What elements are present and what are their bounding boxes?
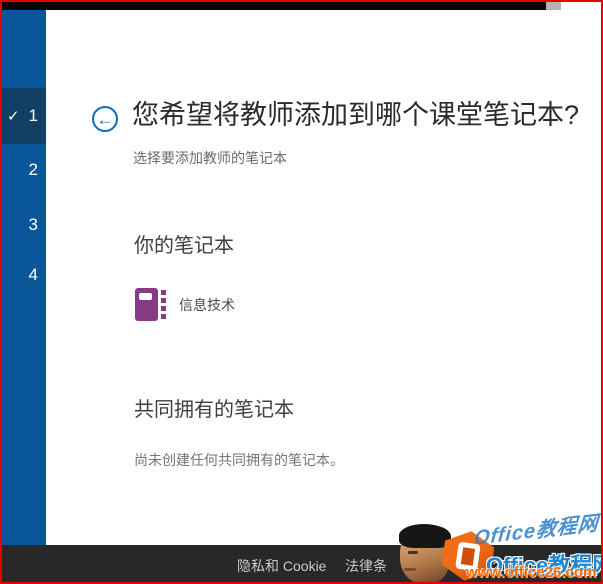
page-subtitle: 选择要添加教师的笔记本	[133, 150, 287, 166]
legal-link[interactable]: 法律条	[345, 556, 387, 576]
scrollbar-fragment[interactable]	[546, 2, 561, 10]
sidebar-step-2[interactable]: 2	[0, 160, 46, 180]
sidebar-step-3[interactable]: 3	[0, 215, 46, 235]
back-arrow-icon: ←	[96, 109, 114, 129]
onenote-notebook-icon	[135, 287, 166, 322]
notebook-name: 信息技术	[179, 296, 235, 313]
step-number: 1	[28, 106, 38, 125]
page-title: 您希望将教师添加到哪个课堂笔记本?	[132, 100, 580, 130]
wizard-steps-sidebar: ✓ 1 2 3 4	[0, 10, 46, 545]
sidebar-step-4[interactable]: 4	[0, 265, 46, 285]
watermark-site-url: www.office26.com	[466, 564, 597, 581]
privacy-cookie-link[interactable]: 隐私和 Cookie	[237, 556, 326, 576]
check-icon: ✓	[7, 108, 20, 125]
your-notebooks-heading: 你的笔记本	[134, 235, 234, 257]
co-owned-empty-text: 尚未创建任何共同拥有的笔记本。	[134, 452, 344, 468]
window-top-bar	[2, 2, 546, 10]
class-notebook-wizard-window: ✓ 1 2 3 4 ← 您希望将教师添加到哪个课堂笔记本? 选择要添加教师的笔记…	[0, 0, 603, 584]
co-owned-notebooks-heading: 共同拥有的笔记本	[134, 399, 294, 421]
screenshot-red-border	[0, 0, 603, 584]
back-button[interactable]: ←	[92, 106, 118, 132]
notebook-item-xinxijishu[interactable]: 信息技术	[135, 287, 235, 322]
sidebar-step-1[interactable]: ✓ 1	[0, 88, 46, 144]
